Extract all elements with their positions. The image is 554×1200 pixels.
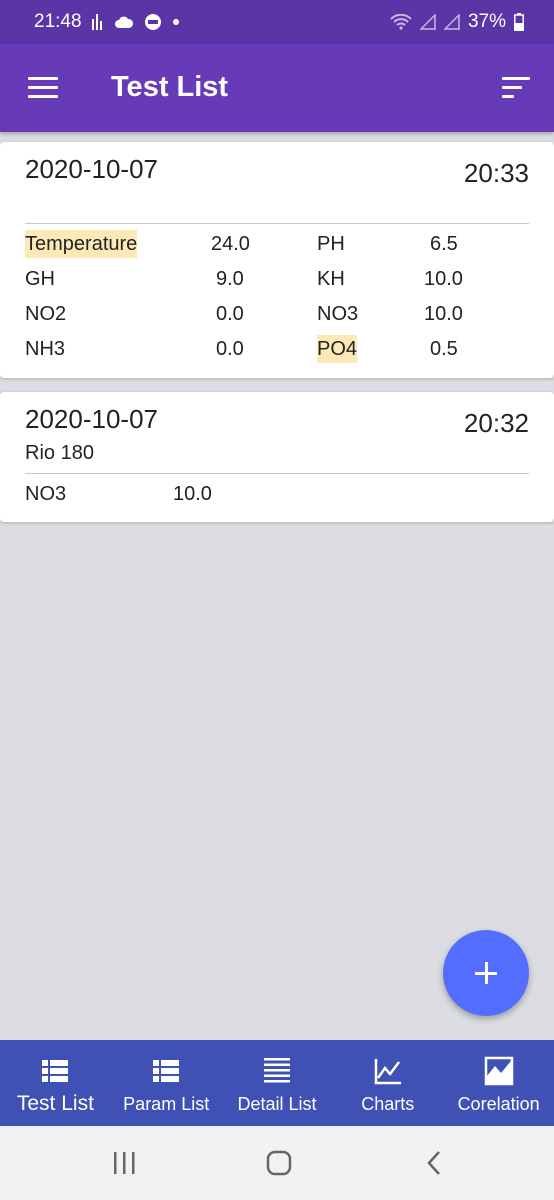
param-label: Temperature: [25, 230, 138, 258]
test-name: Rio 180: [25, 442, 94, 464]
line-chart-icon: [374, 1059, 401, 1085]
param-label: NO3: [317, 303, 359, 325]
param-value: 6.5: [430, 233, 458, 255]
back-icon[interactable]: [414, 1146, 454, 1180]
nav-item-detail-list[interactable]: Detail List: [222, 1040, 333, 1126]
list-icon: [42, 1060, 69, 1082]
status-bar: 21:48 37%: [0, 0, 554, 44]
system-nav-bar: [0, 1126, 554, 1200]
app-bar: Test List: [0, 44, 554, 132]
signal-bars-icon: [91, 14, 102, 30]
param-label: NH3: [25, 338, 66, 360]
nav-item-param-list[interactable]: Param List: [111, 1040, 222, 1126]
card-divider: [25, 473, 529, 474]
param-value: 9.0: [216, 268, 244, 290]
test-time: 20:32: [463, 408, 529, 438]
lines-icon: [263, 1058, 290, 1083]
home-icon[interactable]: [259, 1146, 299, 1180]
hamburger-menu-icon[interactable]: [28, 77, 58, 99]
param-value: 0.5: [430, 338, 458, 360]
area-chart-icon: [484, 1056, 513, 1086]
page-title: Test List: [111, 71, 229, 103]
list-icon: [153, 1060, 180, 1082]
nav-label: Test List: [16, 1092, 94, 1115]
cell-signal-icon-2: [443, 14, 460, 30]
add-test-button[interactable]: [443, 930, 529, 1016]
nav-label: Param List: [123, 1094, 210, 1114]
param-label: NO3: [25, 483, 67, 505]
param-value: 10.0: [424, 268, 463, 290]
battery-icon: [514, 13, 524, 31]
nav-item-test-list[interactable]: Test List: [0, 1040, 111, 1126]
card-divider: [25, 223, 529, 224]
status-time: 21:48: [34, 11, 82, 32]
param-value: 10.0: [424, 303, 463, 325]
dot-icon: [172, 19, 179, 25]
status-right: 37%: [390, 11, 524, 33]
test-card[interactable]: 2020-10-07 20:32 Rio 180 NO3 10.0: [0, 392, 554, 522]
param-label: PO4: [317, 335, 358, 363]
param-value: 24.0: [211, 233, 250, 255]
nav-label: Detail List: [237, 1094, 317, 1114]
param-label: GH: [25, 268, 55, 290]
param-value: 0.0: [216, 303, 244, 325]
nav-item-charts[interactable]: Charts: [332, 1040, 443, 1126]
bottom-nav: Test List Param List Detail List Charts …: [0, 1040, 554, 1126]
cloud-icon: [114, 16, 133, 28]
nav-label: Charts: [361, 1094, 415, 1114]
nav-label: Corelation: [457, 1094, 540, 1114]
status-notification-icons: [91, 13, 180, 31]
param-value: 10.0: [173, 483, 212, 505]
wifi-icon: [390, 14, 412, 30]
test-time: 20:33: [463, 158, 529, 188]
param-value: 0.0: [216, 338, 244, 360]
cell-signal-icon: [419, 14, 436, 30]
nav-item-corelation[interactable]: Corelation: [443, 1040, 554, 1126]
param-label: KH: [317, 268, 345, 290]
param-label: PH: [317, 233, 345, 255]
recent-apps-icon[interactable]: [104, 1146, 144, 1180]
sort-icon[interactable]: [502, 77, 530, 99]
app-notification-icon: [144, 14, 161, 30]
param-label: NO2: [25, 303, 67, 325]
test-date: 2020-10-07: [25, 404, 158, 434]
test-card[interactable]: 2020-10-07 20:33 Temperature 24.0 PH 6.5…: [0, 142, 554, 378]
battery-percent: 37%: [467, 11, 506, 32]
test-date: 2020-10-07: [25, 154, 158, 184]
